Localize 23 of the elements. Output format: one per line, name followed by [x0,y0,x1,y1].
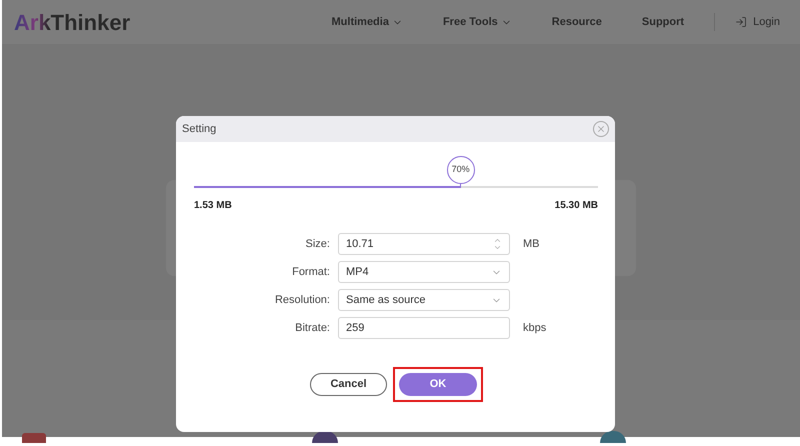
close-icon [596,124,606,134]
field-value: 10.71 [346,236,374,252]
unit-label: kbps [523,320,546,336]
field-label: Format: [292,264,330,280]
ok-button[interactable]: OK [399,373,477,396]
field-label: Bitrate: [295,320,330,336]
field-label: Resolution: [274,292,330,308]
unit-label: MB [523,236,540,252]
slider-reading: 70% [452,163,470,176]
cancel-button[interactable]: Cancel [310,373,387,396]
field-value: Same as source [346,292,426,308]
min-size-label: 1.53 MB [194,199,232,213]
login-icon [735,16,748,28]
input-field[interactable]: 259 [338,317,510,339]
dropdown-field[interactable]: Same as source [338,289,510,311]
close-button[interactable] [593,121,609,137]
max-size-label: 15.30 MB [554,199,598,213]
dialog-title: Setting [182,122,216,137]
field-label: Size: [306,236,330,252]
dropdown-field[interactable]: MP4 [338,261,510,283]
size-spinner[interactable]: 10.71 [338,233,510,255]
slider-track[interactable]: 70% [194,156,598,188]
field-value: MP4 [346,264,369,280]
